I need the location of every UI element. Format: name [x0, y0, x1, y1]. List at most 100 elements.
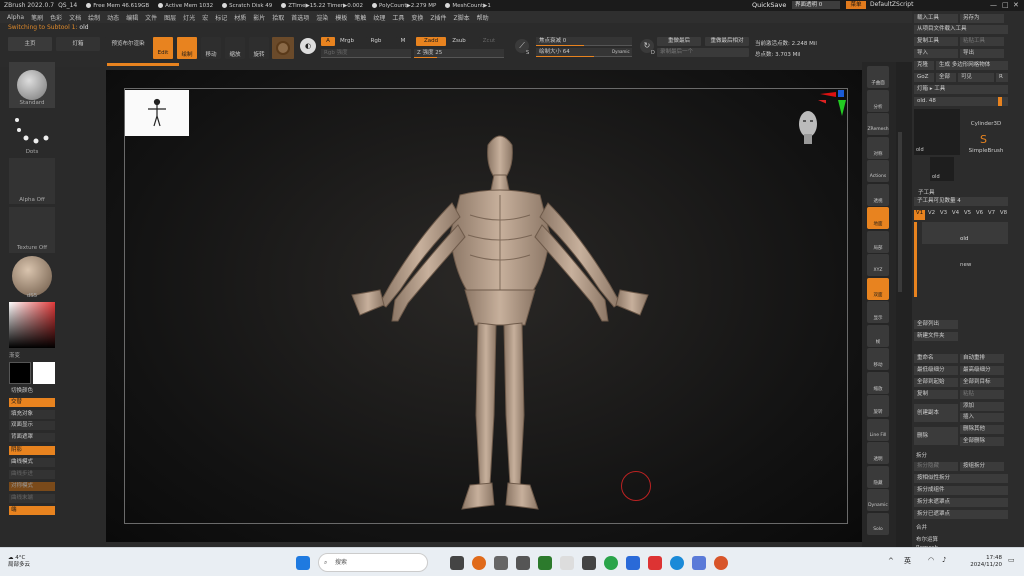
goz-button[interactable]: GoZ [914, 73, 934, 82]
fill-object-button[interactable]: 填充对象 [9, 410, 55, 419]
wechat-icon[interactable] [604, 556, 618, 570]
zsub-toggle[interactable]: Zsub [449, 37, 469, 46]
double-sided-button[interactable]: 双面显示 [9, 421, 55, 430]
menu-8[interactable]: 图层 [164, 13, 176, 22]
shelf-button-10[interactable]: 显示 [867, 301, 889, 323]
paste-tool-button[interactable]: 粘贴工具 [960, 37, 1004, 46]
export-button[interactable]: 导出 [960, 49, 1004, 58]
new-folder-button[interactable]: 新建文件夹 [914, 332, 958, 341]
shelf-button-18[interactable]: Dynamic [867, 489, 889, 511]
menu-17[interactable]: 模板 [335, 13, 347, 22]
create-insert-button[interactable]: 创建副本 [914, 404, 958, 422]
menu-12[interactable]: 材质 [234, 13, 246, 22]
shelf-button-13[interactable]: 缩放 [867, 371, 889, 394]
lightbox-tools-button[interactable]: 灯箱 ▸ 工具 [914, 85, 1008, 94]
notification-icon[interactable]: ▭ [1008, 556, 1015, 564]
cap-button[interactable]: 端 [9, 506, 55, 515]
split-parts-button[interactable]: 拆分成组件 [914, 486, 1008, 495]
backface-mask-button[interactable]: 背面遮罩 [9, 433, 55, 442]
rename-button[interactable]: 重命名 [914, 354, 958, 363]
menu-5[interactable]: 动态 [107, 13, 119, 22]
color-picker[interactable] [9, 302, 55, 348]
pycharm-icon[interactable] [538, 556, 552, 570]
subtool-scroll-indicator[interactable] [914, 222, 917, 297]
goz-r-button[interactable]: R [996, 73, 1008, 82]
close-icon[interactable]: ✕ [1013, 1, 1019, 9]
shelf-button-15[interactable]: Line Fill [867, 418, 889, 441]
a-toggle[interactable]: A [321, 37, 335, 46]
dynamic-toggle[interactable]: Dynamic [612, 49, 630, 54]
menu-11[interactable]: 标记 [215, 13, 227, 22]
edge-icon[interactable] [670, 556, 684, 570]
draw-button[interactable]: 绘制 [177, 37, 197, 59]
shelf-button-19[interactable]: Solo [867, 512, 889, 535]
material-sphere-button[interactable] [272, 37, 294, 59]
record-last-button[interactable]: 录制最后一个 [657, 48, 749, 57]
goz-all-button[interactable]: 全部 [936, 73, 956, 82]
version-V1[interactable]: V1 [914, 210, 925, 220]
append-button[interactable]: 粘贴 [960, 390, 1004, 399]
duplicate-button[interactable]: 复制 [914, 390, 958, 399]
scale-button[interactable]: 缩放 [225, 37, 245, 59]
quicksave-button[interactable]: QuickSave [752, 1, 786, 9]
menu-20[interactable]: 工具 [392, 13, 404, 22]
taskbar-search[interactable]: ⌕ 搜索 [318, 553, 428, 572]
load-tool-button[interactable]: 载入工具 [914, 14, 958, 23]
primary-color-swatch[interactable] [9, 362, 31, 384]
add-button[interactable]: 添加 [960, 402, 1004, 411]
menu-21[interactable]: 变换 [411, 13, 423, 22]
symm-mode-button[interactable]: 对称模式 [9, 482, 55, 491]
zcut-toggle[interactable]: Zcut [479, 37, 499, 46]
menu-9[interactable]: 灯光 [183, 13, 195, 22]
color-sphere-icon[interactable]: ◐ [300, 38, 316, 54]
tool-thumb-old2[interactable]: old [930, 157, 954, 181]
app-icon-3[interactable] [626, 556, 640, 570]
insert-button[interactable]: 插入 [960, 413, 1004, 422]
taskview-icon[interactable] [450, 556, 464, 570]
system-clock[interactable]: 17:48 2024/11/20 [960, 555, 1002, 569]
goz-visible-button[interactable]: 可见 [958, 73, 994, 82]
menu-1[interactable]: 笔刷 [31, 13, 43, 22]
shelf-button-1[interactable]: 分析 [867, 89, 889, 112]
delete-other-button[interactable]: 删除其他 [960, 425, 1004, 434]
menus-button[interactable]: 菜单 [846, 1, 866, 9]
make-polymesh-button[interactable]: 生成 多边形网格物体 [936, 61, 1008, 70]
copy-tool-button[interactable]: 复制工具 [914, 37, 958, 46]
maximize-icon[interactable]: □ [1002, 1, 1009, 9]
version-V6[interactable]: V6 [974, 210, 985, 220]
shelf-button-4[interactable]: Actions [867, 160, 889, 182]
import-button[interactable]: 导入 [914, 49, 958, 58]
volume-icon[interactable]: ♪ [942, 556, 946, 564]
app-icon-5[interactable] [692, 556, 706, 570]
weather-widget[interactable]: ☁ 4°C 局部多云 [8, 555, 30, 569]
minimize-icon[interactable]: — [990, 1, 997, 9]
version-V5[interactable]: V5 [962, 210, 973, 220]
groups-split-button[interactable]: 按组拆分 [960, 462, 1004, 471]
shelf-button-2[interactable]: ZRemesh [867, 113, 889, 135]
lazy-step-slider[interactable]: 曲线步进 [9, 470, 55, 479]
ime-indicator[interactable]: 英 [904, 556, 911, 566]
replay-last-rel-button[interactable]: 重做最后相对 [705, 37, 749, 46]
secondary-color-swatch[interactable] [33, 362, 55, 384]
subtool-row-new[interactable]: new [922, 245, 1008, 268]
poly-split-button[interactable]: 按相似性拆分 [914, 474, 1008, 483]
menu-19[interactable]: 纹理 [373, 13, 385, 22]
shelf-button-17[interactable]: 隐藏 [867, 465, 889, 488]
menu-6[interactable]: 编辑 [126, 13, 138, 22]
browser-icon[interactable] [472, 556, 486, 570]
merge-header[interactable]: 合并 [916, 523, 927, 531]
menu-16[interactable]: 渲染 [316, 13, 328, 22]
mrgb-toggle[interactable]: Mrgb [336, 37, 358, 46]
start-icon[interactable] [296, 556, 310, 570]
tool-thumb-simplebrush[interactable]: SimpleBrush [962, 148, 1010, 154]
app-icon-1[interactable] [494, 556, 508, 570]
menu-13[interactable]: 影片 [253, 13, 265, 22]
move-button[interactable]: 移动 [201, 37, 221, 59]
curve-mode-button[interactable]: 曲线模式 [9, 458, 55, 467]
rotate-button[interactable]: 旋转 [249, 37, 269, 59]
list-all-button[interactable]: 全部列出 [914, 320, 958, 329]
current-tool-slider[interactable]: old. 48 [914, 97, 1008, 106]
version-V4[interactable]: V4 [950, 210, 961, 220]
focal-shift-slider[interactable]: 焦点衰减 0 [536, 37, 632, 46]
version-V2[interactable]: V2 [926, 210, 937, 220]
